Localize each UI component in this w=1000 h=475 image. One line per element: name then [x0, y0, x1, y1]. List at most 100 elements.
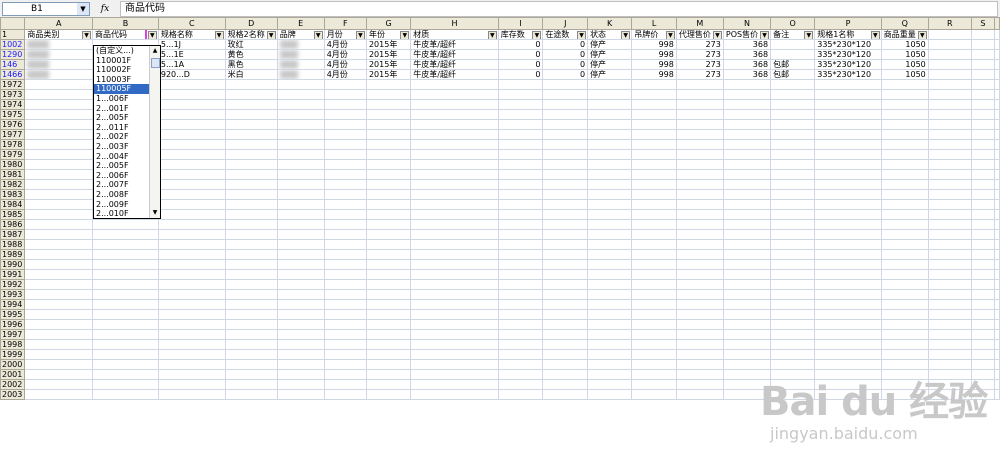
cell[interactable]	[631, 129, 677, 140]
cell[interactable]	[24, 59, 94, 70]
cell[interactable]	[994, 299, 1000, 310]
cell[interactable]	[157, 149, 226, 160]
cell[interactable]	[970, 39, 996, 50]
header-cell[interactable]: 月份 ▼	[323, 29, 367, 40]
cell[interactable]	[365, 129, 412, 140]
cell[interactable]	[276, 39, 325, 50]
cell[interactable]	[675, 349, 724, 360]
cell[interactable]	[770, 309, 816, 320]
cell[interactable]	[880, 349, 929, 360]
cell[interactable]	[276, 119, 325, 130]
cell[interactable]	[497, 129, 544, 140]
cell[interactable]	[880, 259, 929, 270]
cell[interactable]	[92, 339, 159, 350]
cell[interactable]	[994, 209, 1000, 220]
cell[interactable]	[880, 109, 929, 120]
dropdown-option[interactable]: 110001F	[94, 56, 149, 66]
cell[interactable]	[323, 259, 367, 270]
cell[interactable]: 335*230*120	[814, 69, 882, 80]
cell[interactable]	[770, 339, 816, 350]
cell[interactable]	[224, 259, 278, 270]
cell[interactable]	[994, 339, 1000, 350]
cell[interactable]	[410, 269, 499, 280]
cell[interactable]	[722, 89, 772, 100]
cell[interactable]	[323, 139, 367, 150]
cell[interactable]	[770, 359, 816, 370]
header-cell[interactable]: 商品代码 ▼	[92, 29, 159, 40]
cell[interactable]	[675, 359, 724, 370]
column-header-a[interactable]: A	[24, 17, 94, 30]
cell[interactable]	[631, 199, 677, 210]
cell[interactable]	[497, 329, 544, 340]
cell[interactable]	[276, 89, 325, 100]
row-header[interactable]: 1996	[0, 319, 26, 330]
cell[interactable]	[410, 319, 499, 330]
cell[interactable]	[994, 259, 1000, 270]
cell[interactable]	[631, 149, 677, 160]
cell[interactable]	[927, 359, 972, 370]
cell[interactable]	[994, 229, 1000, 240]
cell[interactable]	[722, 109, 772, 120]
cell[interactable]	[814, 349, 882, 360]
cell[interactable]	[497, 219, 544, 230]
row-header[interactable]: 1986	[0, 219, 26, 230]
header-cell[interactable]: 商品重量 ▼	[880, 29, 929, 40]
cell[interactable]	[276, 79, 325, 90]
cell[interactable]: 0	[497, 59, 544, 70]
cell[interactable]	[814, 249, 882, 260]
cell[interactable]	[410, 359, 499, 370]
row-header[interactable]: 1979	[0, 149, 26, 160]
cell[interactable]	[970, 269, 996, 280]
cell[interactable]	[631, 369, 677, 380]
cell[interactable]	[970, 249, 996, 260]
cell[interactable]	[542, 179, 589, 190]
cell[interactable]	[994, 29, 1000, 40]
cell[interactable]: 包邮	[770, 59, 816, 70]
cell[interactable]	[675, 89, 724, 100]
cell[interactable]	[675, 79, 724, 90]
cell[interactable]	[880, 299, 929, 310]
cell[interactable]	[542, 329, 589, 340]
cell[interactable]	[24, 179, 94, 190]
row-header[interactable]: 1466	[0, 69, 26, 80]
cell[interactable]	[927, 349, 972, 360]
cell[interactable]	[410, 339, 499, 350]
cell[interactable]	[24, 49, 94, 60]
cell[interactable]	[224, 129, 278, 140]
row-header[interactable]: 1983	[0, 189, 26, 200]
cell[interactable]	[323, 269, 367, 280]
cell[interactable]	[631, 119, 677, 130]
dropdown-option[interactable]: 1...006F	[94, 94, 149, 104]
cell[interactable]	[497, 99, 544, 110]
cell[interactable]	[410, 279, 499, 290]
cell[interactable]	[994, 309, 1000, 320]
cell[interactable]	[323, 289, 367, 300]
cell[interactable]	[631, 219, 677, 230]
cell[interactable]	[770, 239, 816, 250]
cell[interactable]	[410, 189, 499, 200]
cell[interactable]	[365, 159, 412, 170]
cell[interactable]	[880, 139, 929, 150]
cell[interactable]	[497, 289, 544, 300]
cell[interactable]	[675, 319, 724, 330]
cell[interactable]	[770, 179, 816, 190]
cell[interactable]	[722, 329, 772, 340]
row-header[interactable]: 1976	[0, 119, 26, 130]
column-header-n[interactable]: N	[722, 17, 772, 30]
cell[interactable]	[410, 369, 499, 380]
cell[interactable]	[722, 279, 772, 290]
cell[interactable]	[365, 239, 412, 250]
cell[interactable]	[323, 149, 367, 160]
cell[interactable]	[675, 189, 724, 200]
column-header-m[interactable]: M	[675, 17, 724, 30]
row-header[interactable]: 1973	[0, 89, 26, 100]
cell[interactable]	[587, 129, 633, 140]
column-header-s[interactable]: S	[970, 17, 996, 30]
cell[interactable]: 368	[722, 59, 772, 70]
cell[interactable]	[276, 389, 325, 400]
cell[interactable]	[970, 169, 996, 180]
chevron-down-icon[interactable]: ▼	[77, 2, 89, 15]
cell[interactable]	[410, 379, 499, 390]
row-header[interactable]: 1994	[0, 299, 26, 310]
row-header[interactable]: 1987	[0, 229, 26, 240]
